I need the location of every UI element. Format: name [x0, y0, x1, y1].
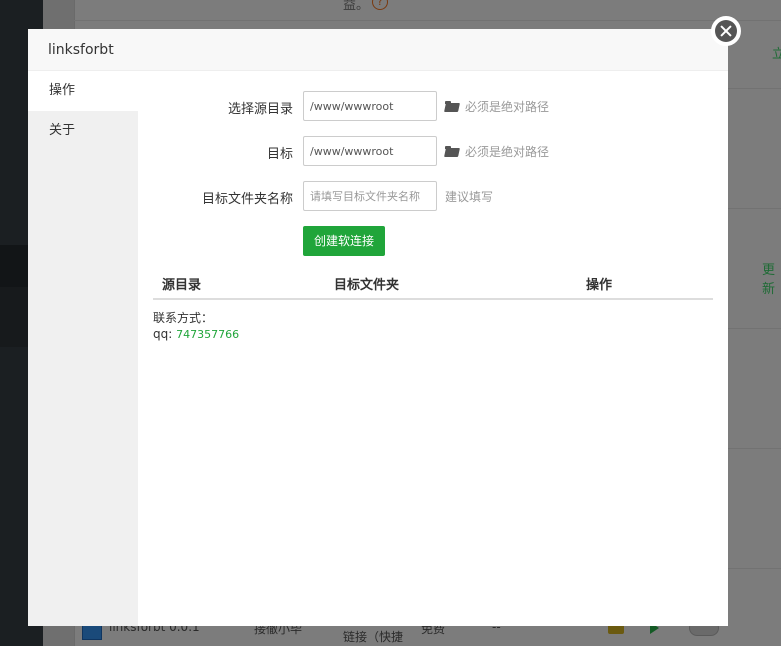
create-symlink-button[interactable]: 创建软连接	[303, 226, 385, 256]
column-source: 源目录	[162, 278, 202, 293]
contact-title: 联系方式：	[153, 311, 214, 325]
target-dir-hint-text: 必须是绝对路径	[465, 145, 550, 159]
folder-name-label: 目标文件夹名称	[201, 192, 293, 207]
target-dir-row: 目标 必须是绝对路径	[138, 136, 728, 166]
source-dir-input[interactable]	[303, 91, 437, 121]
close-icon[interactable]	[715, 20, 737, 42]
folder-name-hint: 建议填写	[445, 190, 494, 204]
source-dir-label: 选择源目录	[227, 102, 293, 117]
folder-open-icon[interactable]	[445, 101, 459, 112]
sidebar-item-operate[interactable]: 操作	[28, 71, 138, 111]
contact-info: 联系方式： qq: 747357766	[153, 310, 239, 343]
close-button[interactable]	[711, 16, 741, 46]
plugin-description: 链接（快捷	[343, 630, 404, 644]
target-dir-label: 目标	[266, 147, 293, 162]
source-dir-hint[interactable]: 必须是绝对路径	[445, 98, 549, 115]
modal-sidebar: 操作 关于	[28, 71, 138, 626]
target-dir-hint[interactable]: 必须是绝对路径	[445, 143, 549, 160]
source-dir-hint-text: 必须是绝对路径	[465, 100, 550, 114]
qq-label: qq:	[153, 327, 177, 341]
symlink-table: 源目录 目标文件夹 操作	[153, 267, 713, 300]
column-action: 操作	[586, 278, 613, 293]
folder-name-input[interactable]	[303, 181, 437, 211]
folder-open-icon[interactable]	[445, 146, 459, 157]
background-top-text: 益。	[343, 0, 370, 13]
modal-content: 选择源目录 必须是绝对路径 目标 必须是绝对路径 目标文件夹名称 建议填写 创建…	[138, 71, 728, 626]
background-row-divider	[74, 20, 781, 21]
sidebar-item-about[interactable]: 关于	[28, 111, 138, 151]
plugin-modal: linksforbt 操作 关于 选择源目录 必须是绝对路径 目标 必须是绝对路…	[28, 29, 728, 626]
contact-qq: qq: 747357766	[153, 326, 239, 343]
table-header: 源目录 目标文件夹 操作	[153, 267, 713, 300]
column-target: 目标文件夹	[334, 278, 400, 293]
source-dir-row: 选择源目录 必须是绝对路径	[138, 91, 728, 121]
background-link: 立	[772, 47, 781, 62]
folder-name-row: 目标文件夹名称 建议填写	[138, 181, 728, 211]
modal-title: linksforbt	[28, 29, 728, 71]
qq-number: 747357766	[176, 328, 240, 341]
background-link: 更新	[762, 263, 776, 297]
target-dir-input[interactable]	[303, 136, 437, 166]
